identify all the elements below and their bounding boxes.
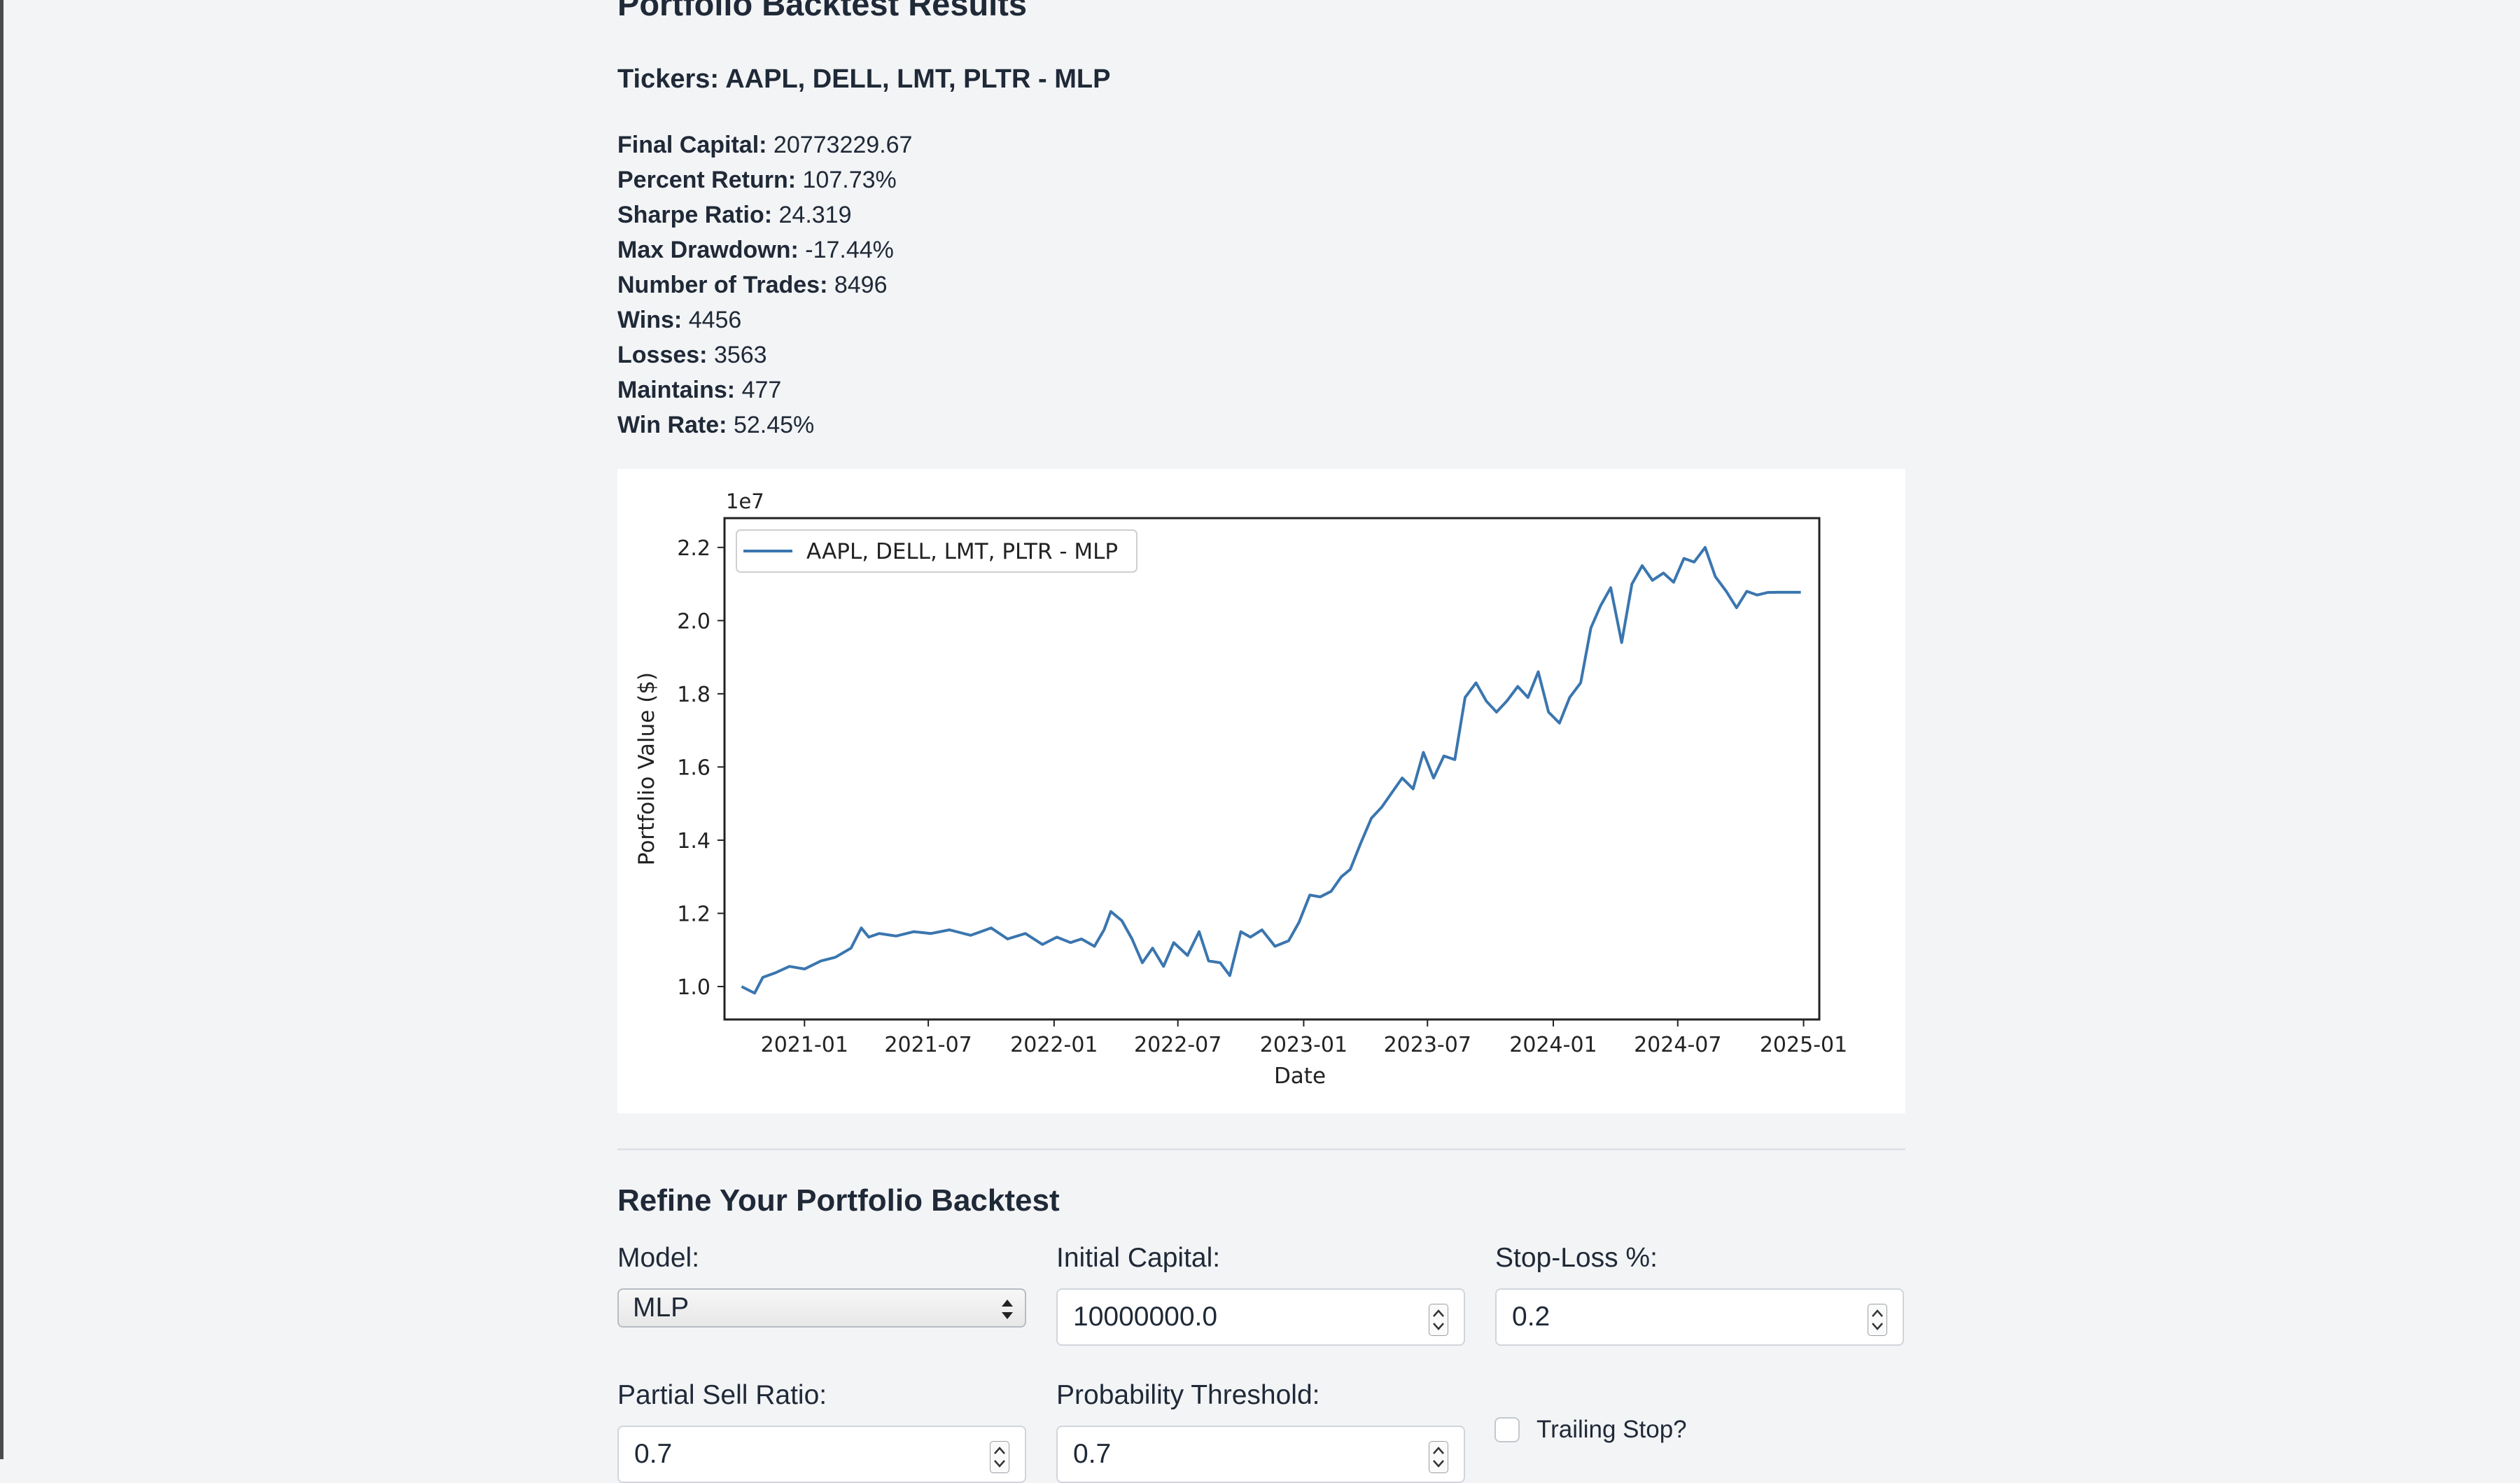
metric-final-capital: Final Capital: 20773229.67 [617,127,912,162]
probability-threshold-input[interactable]: 0.7 [1056,1426,1465,1483]
y-tick-label: 1.0 [677,975,710,1000]
select-arrows-icon [1002,1300,1013,1319]
stepper-arrows-icon [1872,1309,1883,1330]
y-tick-label: 1.8 [677,683,710,707]
refine-heading: Refine Your Portfolio Backtest [617,1183,1060,1218]
probability-threshold-label: Probability Threshold: [1056,1380,1320,1410]
partial-sell-input[interactable]: 0.7 [617,1426,1026,1483]
x-axis-ticks: 2021-01 2021-07 2022-01 2022-07 2023-01 2023-… [761,1019,1847,1057]
metric-label: Win Rate: [617,412,727,438]
metric-losses: Losses: 3563 [617,337,912,373]
metrics-list: Final Capital: 20773229.67 Percent Retur… [617,127,912,443]
metric-maintains: Maintains: 477 [617,373,912,408]
metric-value: 107.73% [802,167,897,193]
portfolio-chart-card: 1.0 1.2 1.4 1.6 1.8 2.0 2.2 2021-01 2021-07 2022… [617,469,1905,1113]
y-offset-label: 1e7 [726,489,764,513]
stop-loss-value: 0.2 [1512,1302,1550,1332]
stepper-arrows-icon [1433,1447,1444,1468]
y-tick-label: 1.4 [677,829,710,854]
portfolio-value-chart: 1.0 1.2 1.4 1.6 1.8 2.0 2.2 2021-01 2021-07 2022… [634,489,1847,1089]
metric-percent-return: Percent Return: 107.73% [617,162,912,197]
metric-value: 3563 [713,342,767,368]
number-stepper[interactable] [1868,1304,1887,1336]
initial-capital-label: Initial Capital: [1056,1243,1221,1273]
x-tick-label: 2021-01 [761,1033,848,1057]
metric-win-rate: Win Rate: 52.45% [617,408,912,443]
probability-threshold-value: 0.7 [1073,1439,1112,1469]
x-tick-label: 2025-01 [1760,1033,1847,1057]
series-line [741,545,1801,995]
metric-label: Sharpe Ratio: [617,202,773,228]
y-tick-label: 2.0 [677,609,710,634]
probability-threshold-field: Probability Threshold: 0.7 [1056,1378,1465,1483]
metric-label: Losses: [617,342,708,368]
metric-value: 8496 [834,272,888,298]
metric-sharpe-ratio: Sharpe Ratio: 24.319 [617,197,912,232]
y-axis-ticks: 1.0 1.2 1.4 1.6 1.8 2.0 2.2 [677,536,724,1000]
legend: AAPL, DELL, LMT, PLTR - MLP [736,529,1138,573]
tickers-heading: Tickers: AAPL, DELL, LMT, PLTR - MLP [617,64,1111,94]
metric-label: Maintains: [617,377,736,403]
metric-label: Number of Trades: [617,272,828,298]
model-select[interactable]: MLP [617,1288,1026,1328]
metric-value: 4456 [688,307,742,333]
initial-capital-field: Initial Capital: 10000000.0 [1056,1241,1465,1346]
trailing-stop-label[interactable]: Trailing Stop? [1536,1416,1687,1444]
x-tick-label: 2022-07 [1134,1033,1222,1057]
number-stepper[interactable] [990,1441,1009,1473]
model-field: Model: MLP [617,1241,1026,1328]
y-axis-label: Portfolio Value ($) [634,672,659,865]
metric-label: Percent Return: [617,167,797,193]
initial-capital-input[interactable]: 10000000.0 [1056,1288,1465,1346]
initial-capital-value: 10000000.0 [1073,1302,1218,1332]
metric-value: 20773229.67 [773,132,913,158]
stepper-arrows-icon [994,1447,1005,1468]
metric-label: Max Drawdown: [617,237,799,263]
stop-loss-label: Stop-Loss %: [1495,1243,1658,1273]
x-tick-label: 2023-01 [1260,1033,1348,1057]
metric-wins: Wins: 4456 [617,302,912,337]
partial-sell-value: 0.7 [634,1439,673,1469]
metric-label: Final Capital: [617,132,767,158]
legend-label: AAPL, DELL, LMT, PLTR - MLP [806,539,1118,564]
partial-sell-field: Partial Sell Ratio: 0.7 [617,1378,1026,1483]
metric-number-of-trades: Number of Trades: 8496 [617,267,912,302]
metric-value: 52.45% [733,412,815,438]
model-label: Model: [617,1243,700,1273]
series-lines [741,545,1801,995]
number-stepper[interactable] [1429,1304,1448,1336]
stop-loss-field: Stop-Loss %: 0.2 [1495,1241,1904,1346]
number-stepper[interactable] [1429,1441,1448,1473]
x-tick-label: 2024-07 [1634,1033,1721,1057]
x-tick-label: 2024-01 [1509,1033,1597,1057]
stop-loss-input[interactable]: 0.2 [1495,1288,1904,1346]
metric-value: 477 [741,377,782,403]
partial-sell-label: Partial Sell Ratio: [617,1380,827,1410]
window-edge [0,0,4,1459]
section-divider [617,1148,1905,1150]
metric-max-drawdown: Max Drawdown: -17.44% [617,232,912,267]
metric-label: Wins: [617,307,682,333]
y-tick-label: 1.2 [677,902,710,926]
trailing-stop-checkbox[interactable] [1494,1417,1520,1442]
stepper-arrows-icon [1433,1309,1444,1330]
metric-value: -17.44% [805,237,894,263]
x-tick-label: 2021-07 [884,1033,972,1057]
y-tick-label: 2.2 [677,536,710,561]
page-title: Portfolio Backtest Results [617,0,1028,22]
metric-value: 24.319 [778,202,852,228]
x-axis-label: Date [1274,1064,1326,1089]
x-tick-label: 2023-07 [1384,1033,1471,1057]
model-select-value: MLP [633,1293,690,1323]
x-tick-label: 2022-01 [1010,1033,1098,1057]
y-tick-label: 1.6 [677,756,710,780]
